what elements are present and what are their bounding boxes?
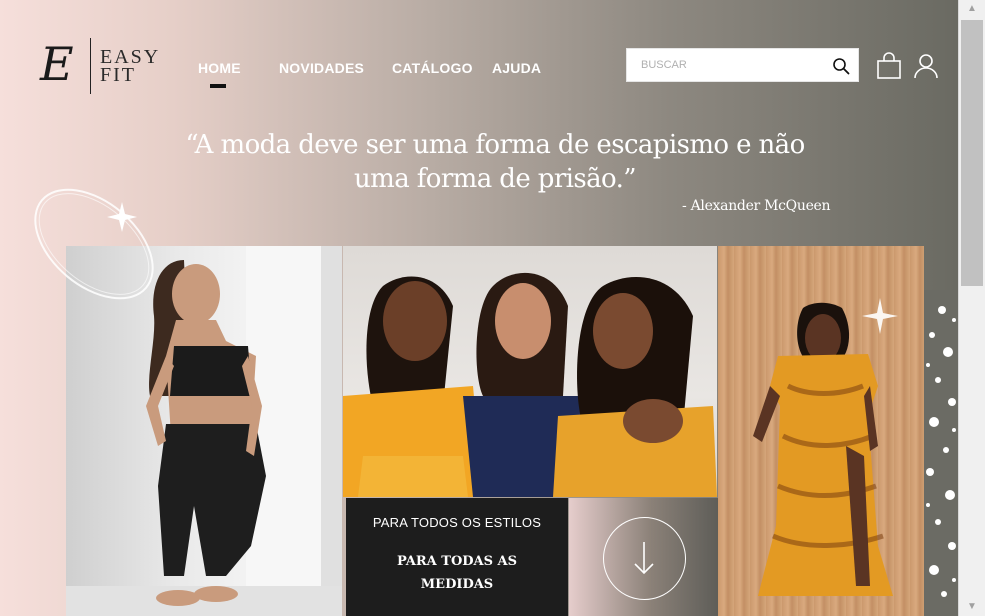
nav-home[interactable]: HOME bbox=[198, 60, 241, 76]
quote-line-1: “A moda deve ser uma forma de escapismo … bbox=[185, 130, 805, 160]
brand-logo[interactable]: E EASY FIT bbox=[40, 37, 170, 94]
tagline-box: PARA TODOS OS ESTILOS PARA TODAS AS MEDI… bbox=[346, 498, 568, 616]
scroll-down-box bbox=[569, 498, 718, 616]
nav-ajuda[interactable]: AJUDA bbox=[492, 60, 541, 76]
hero-quote: “A moda deve ser uma forma de escapismo … bbox=[150, 128, 840, 196]
model-photo-3-figure bbox=[718, 246, 924, 616]
nav-novidades[interactable]: NOVIDADES bbox=[279, 60, 364, 76]
quote-author: - Alexander McQueen bbox=[682, 198, 831, 214]
search-input[interactable] bbox=[627, 49, 827, 81]
model-photo-2 bbox=[343, 246, 717, 497]
model-photo-2-figure bbox=[343, 272, 717, 497]
decorative-orbit-ring bbox=[34, 188, 154, 300]
tagline-styles: PARA TODOS OS ESTILOS bbox=[372, 515, 542, 530]
scroll-down-arrow-icon[interactable]: ▼ bbox=[959, 598, 985, 616]
user-icon[interactable] bbox=[913, 52, 939, 80]
logo-word-fit: FIT bbox=[100, 64, 136, 86]
search-icon[interactable] bbox=[832, 57, 850, 75]
nav-catalogo[interactable]: CATÁLOGO bbox=[392, 60, 473, 76]
decorative-splatter bbox=[924, 290, 958, 616]
scrollbar-thumb[interactable] bbox=[961, 20, 983, 286]
vertical-scrollbar[interactable]: ▲ ▼ bbox=[958, 0, 985, 616]
shopping-bag-icon[interactable] bbox=[876, 52, 902, 80]
scroll-down-button[interactable] bbox=[603, 517, 686, 600]
model-photo-3 bbox=[718, 246, 924, 616]
quote-line-2: uma forma de prisão.” bbox=[354, 164, 637, 194]
arrow-down-icon bbox=[634, 542, 654, 575]
search-bar bbox=[626, 48, 859, 82]
nav-active-indicator bbox=[210, 84, 226, 88]
logo-mark: E bbox=[40, 37, 74, 91]
tagline-sizes: PARA TODAS AS MEDIDAS bbox=[396, 554, 518, 592]
scroll-up-arrow-icon[interactable]: ▲ bbox=[959, 0, 985, 18]
logo-divider bbox=[90, 38, 91, 94]
page: E EASY FIT HOME NOVIDADES CATÁLOGO AJUDA… bbox=[0, 0, 958, 616]
